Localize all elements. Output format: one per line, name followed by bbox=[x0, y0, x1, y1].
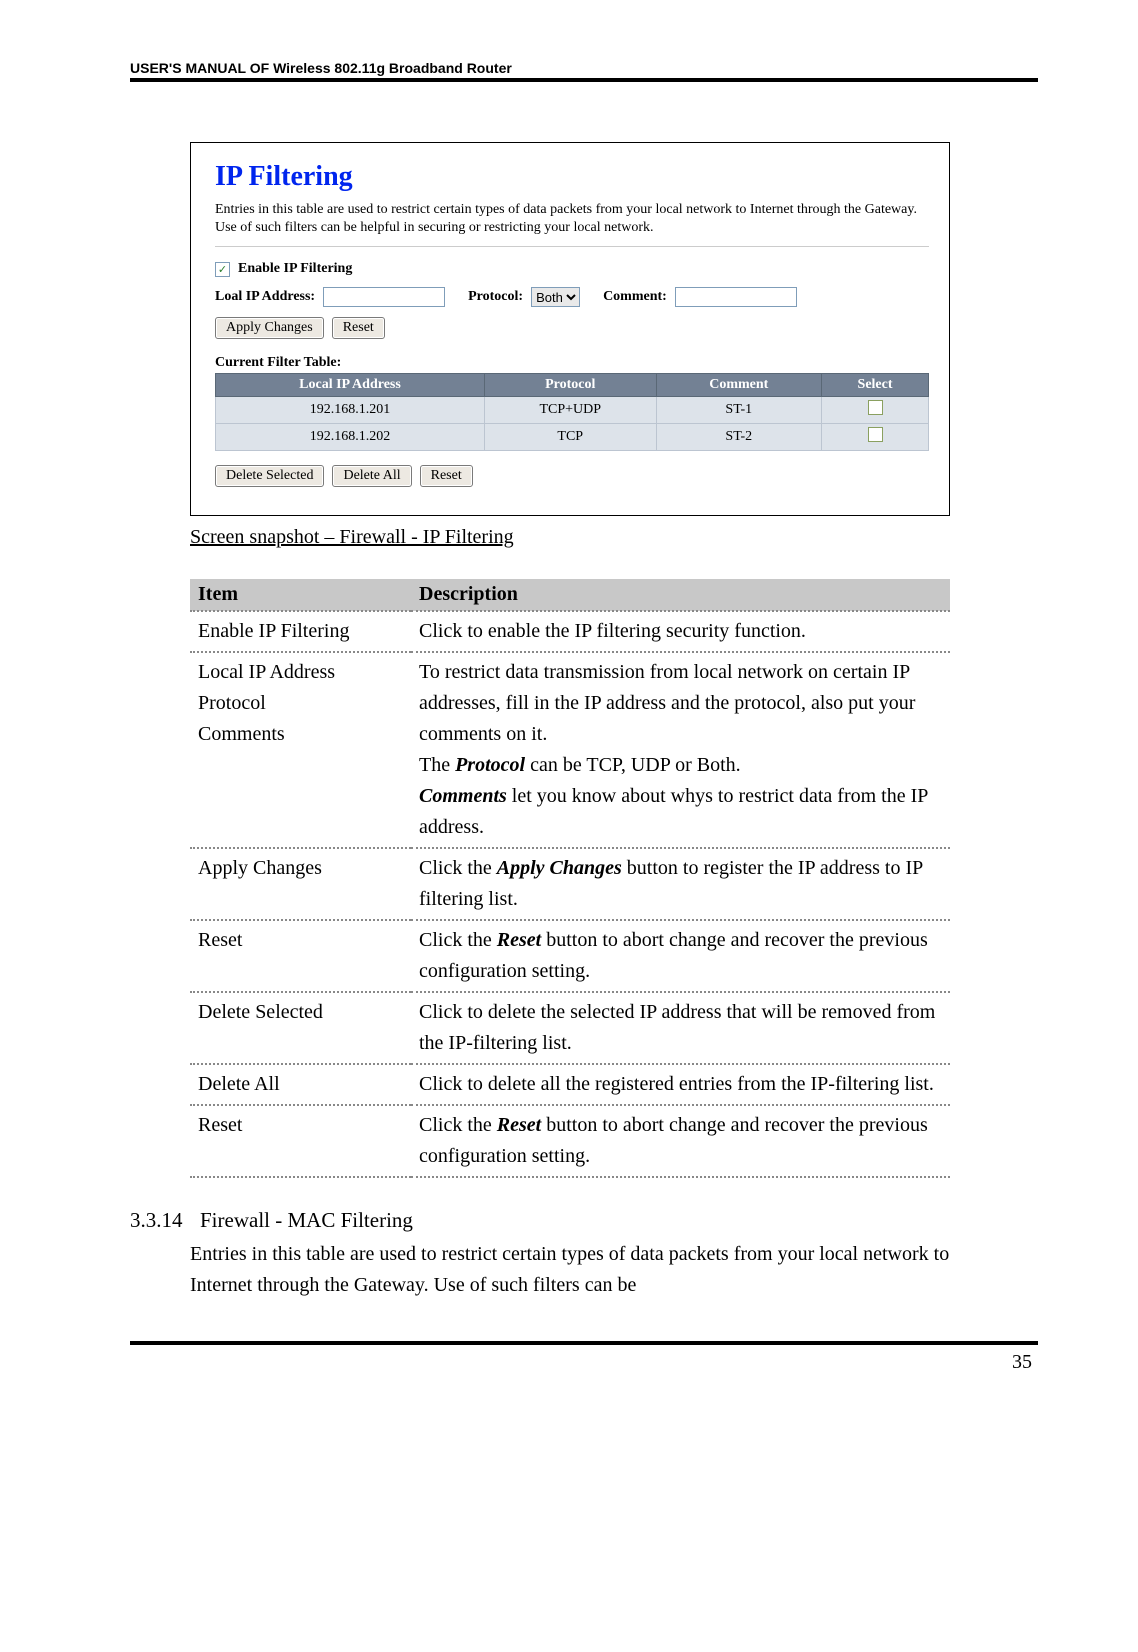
row-item: Apply Changes bbox=[190, 848, 411, 920]
row-item: Enable IP Filtering bbox=[190, 611, 411, 652]
section-number: 3.3.14 bbox=[130, 1208, 186, 1233]
row-desc: Click the Apply Changes button to regist… bbox=[411, 848, 950, 920]
page-header: USER'S MANUAL OF Wireless 802.11g Broadb… bbox=[130, 60, 1038, 76]
reset-button[interactable]: Reset bbox=[332, 317, 385, 339]
row-item: Delete All bbox=[190, 1064, 411, 1105]
enable-ip-filtering-checkbox[interactable]: ✓ bbox=[215, 262, 230, 277]
delete-all-button[interactable]: Delete All bbox=[332, 465, 411, 487]
row-desc: Click the Reset button to abort change a… bbox=[411, 1105, 950, 1177]
cell-protocol: TCP bbox=[484, 424, 656, 451]
th-local-ip: Local IP Address bbox=[216, 374, 485, 397]
cell-comment: ST-1 bbox=[656, 397, 822, 424]
row-select-checkbox[interactable] bbox=[868, 400, 883, 415]
cell-ip: 192.168.1.201 bbox=[216, 397, 485, 424]
th-comment: Comment bbox=[656, 374, 822, 397]
delete-selected-button[interactable]: Delete Selected bbox=[215, 465, 324, 487]
header-rule bbox=[130, 78, 1038, 82]
row-desc: To restrict data transmission from local… bbox=[411, 652, 950, 848]
comment-label: Comment: bbox=[603, 289, 667, 305]
protocol-label: Protocol: bbox=[468, 289, 523, 305]
th-select: Select bbox=[822, 374, 929, 397]
apply-changes-button[interactable]: Apply Changes bbox=[215, 317, 324, 339]
cell-ip: 192.168.1.202 bbox=[216, 424, 485, 451]
section-heading: 3.3.14 Firewall - MAC Filtering bbox=[130, 1208, 1038, 1233]
panel-description: Entries in this table are used to restri… bbox=[215, 201, 929, 236]
divider bbox=[215, 246, 929, 247]
local-ip-label: Loal IP Address: bbox=[215, 289, 315, 305]
row-item: Delete Selected bbox=[190, 992, 411, 1064]
enable-ip-filtering-label: Enable IP Filtering bbox=[238, 261, 352, 277]
row-item: Reset bbox=[190, 1105, 411, 1177]
table-row: 192.168.1.202 TCP ST-2 bbox=[216, 424, 929, 451]
page-number: 35 bbox=[130, 1345, 1038, 1374]
local-ip-input[interactable] bbox=[323, 287, 445, 307]
section-title: Firewall - MAC Filtering bbox=[200, 1208, 413, 1233]
description-table: Item Description Enable IP Filtering Cli… bbox=[190, 579, 950, 1178]
row-desc: Click to enable the IP filtering securit… bbox=[411, 611, 950, 652]
table-row: 192.168.1.201 TCP+UDP ST-1 bbox=[216, 397, 929, 424]
protocol-select[interactable]: Both bbox=[531, 287, 580, 307]
cell-comment: ST-2 bbox=[656, 424, 822, 451]
panel-title: IP Filtering bbox=[215, 161, 929, 193]
row-item: Local IP Address Protocol Comments bbox=[190, 652, 411, 848]
section-body: Entries in this table are used to restri… bbox=[190, 1239, 950, 1301]
filter-table: Local IP Address Protocol Comment Select… bbox=[215, 373, 929, 451]
row-desc: Click to delete the selected IP address … bbox=[411, 992, 950, 1064]
screenshot-caption: Screen snapshot – Firewall - IP Filterin… bbox=[190, 526, 1038, 549]
cell-protocol: TCP+UDP bbox=[484, 397, 656, 424]
th-protocol: Protocol bbox=[484, 374, 656, 397]
row-select-checkbox[interactable] bbox=[868, 427, 883, 442]
reset-button-2[interactable]: Reset bbox=[420, 465, 473, 487]
desc-hdr-item: Item bbox=[190, 579, 411, 611]
current-filter-table-label: Current Filter Table: bbox=[215, 355, 929, 371]
row-desc: Click to delete all the registered entri… bbox=[411, 1064, 950, 1105]
screenshot-panel: IP Filtering Entries in this table are u… bbox=[190, 142, 950, 516]
row-desc: Click the Reset button to abort change a… bbox=[411, 920, 950, 992]
comment-input[interactable] bbox=[675, 287, 797, 307]
row-item: Reset bbox=[190, 920, 411, 992]
desc-hdr-desc: Description bbox=[411, 579, 950, 611]
